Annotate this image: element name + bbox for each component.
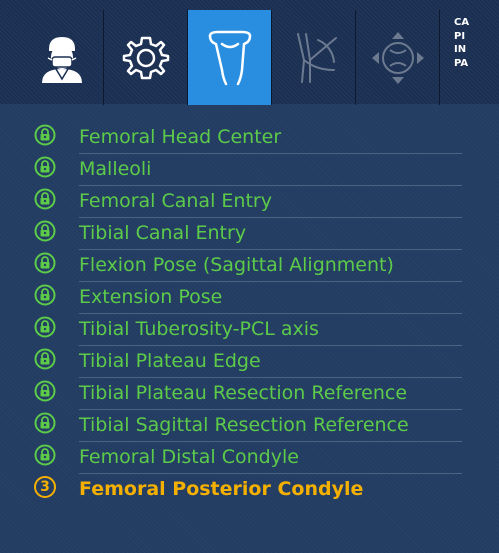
step-item[interactable]: Extension Pose — [0, 279, 499, 314]
step-item[interactable]: Femoral Distal Condyle — [0, 439, 499, 474]
lock-icon — [34, 124, 56, 146]
knee-balance-icon — [371, 31, 424, 84]
step-item-current[interactable]: 3 Femoral Posterior Condyle — [0, 471, 499, 505]
surgeon-icon — [41, 36, 82, 83]
step-label: Femoral Distal Condyle — [79, 446, 299, 468]
lock-icon — [34, 316, 56, 338]
step-label: Femoral Head Center — [79, 126, 282, 148]
lock-icon — [34, 284, 56, 306]
tab-knee-balance — [356, 10, 440, 105]
step-item[interactable]: Tibial Sagittal Resection Reference — [0, 407, 499, 442]
tab-settings[interactable] — [104, 10, 188, 105]
tab-leg-alignment — [272, 10, 356, 105]
lock-icon — [34, 348, 56, 370]
femur-bone-icon — [208, 30, 251, 85]
info-line: PI — [454, 30, 466, 42]
step-item[interactable]: Femoral Head Center — [0, 119, 499, 154]
tab-surgeon[interactable] — [20, 10, 104, 105]
step-label: Flexion Pose (Sagittal Alignment) — [79, 254, 394, 276]
lock-icon — [34, 380, 56, 402]
lock-icon — [34, 220, 56, 242]
step-item[interactable]: Malleoli — [0, 151, 499, 186]
step-item[interactable]: Tibial Plateau Resection Reference — [0, 375, 499, 410]
step-label: Malleoli — [79, 158, 152, 180]
lock-icon — [34, 188, 56, 210]
lock-icon — [34, 444, 56, 466]
step-label: Femoral Posterior Condyle — [79, 478, 364, 500]
step-label: Tibial Canal Entry — [79, 222, 247, 244]
toolbar: CA PI IN PA — [0, 0, 499, 105]
lock-icon — [34, 156, 56, 178]
lock-icon — [34, 412, 56, 434]
patient-info: CA PI IN PA — [454, 16, 499, 70]
step-label: Tibial Plateau Resection Reference — [79, 382, 408, 404]
gear-icon — [122, 36, 169, 79]
step-item[interactable]: Tibial Canal Entry — [0, 215, 499, 250]
step-item[interactable]: Flexion Pose (Sagittal Alignment) — [0, 247, 499, 282]
step-label: Tibial Tuberosity-PCL axis — [79, 318, 319, 340]
step-label: Femoral Canal Entry — [79, 190, 272, 212]
info-line: IN — [454, 44, 467, 55]
step-item[interactable]: Tibial Tuberosity-PCL axis — [0, 311, 499, 346]
step-label: Extension Pose — [79, 286, 223, 308]
info-line: CA — [454, 17, 470, 28]
step-item[interactable]: Tibial Plateau Edge — [0, 343, 499, 378]
step-number-badge: 3 — [34, 476, 56, 498]
step-label: Tibial Plateau Edge — [79, 350, 261, 372]
step-item[interactable]: Femoral Canal Entry — [0, 183, 499, 218]
lock-icon — [34, 252, 56, 274]
leg-alignment-icon — [296, 32, 337, 83]
tab-femur[interactable] — [188, 10, 272, 105]
info-line: PA — [454, 57, 469, 69]
step-label: Tibial Sagittal Resection Reference — [79, 414, 409, 436]
